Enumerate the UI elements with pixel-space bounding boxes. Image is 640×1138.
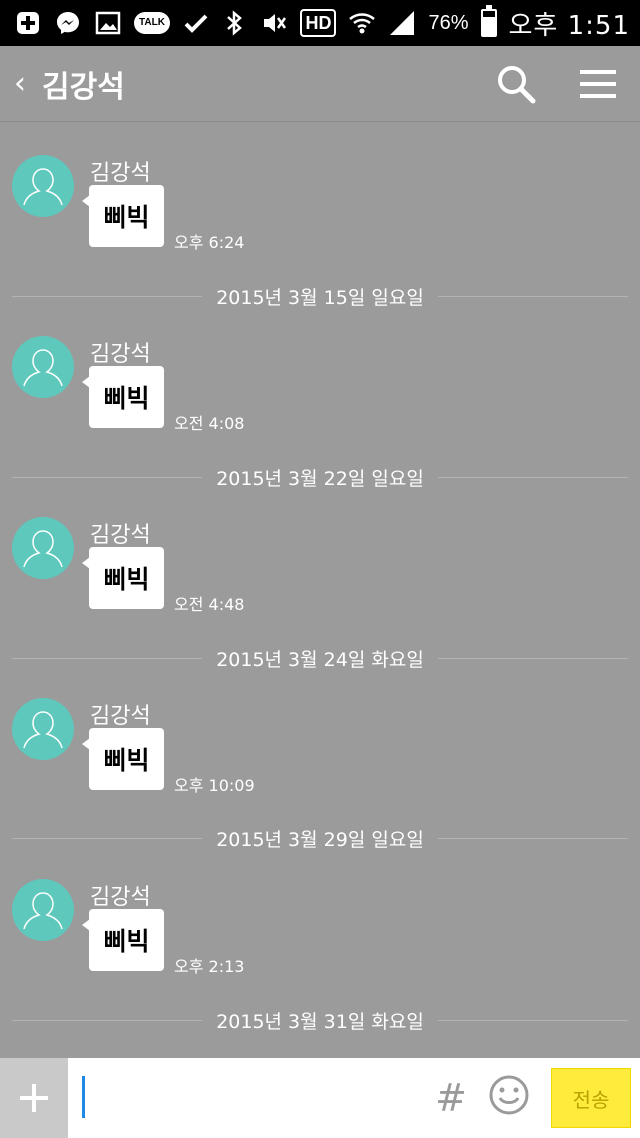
messenger-icon (54, 9, 82, 37)
send-button[interactable]: 전송 (551, 1068, 631, 1128)
sender-name: 김강석 (90, 704, 151, 729)
default-profile-icon (23, 168, 63, 206)
message-item: 김강석 삐빅 오후 6:24 (0, 155, 640, 255)
date-separator: 2015년 3월 29일 일요일 (12, 823, 628, 853)
message-bubble[interactable]: 삐빅 (82, 728, 164, 790)
avatar[interactable] (12, 155, 74, 217)
message-time: 오전 4:48 (174, 595, 245, 614)
message-time: 오후 2:13 (174, 957, 245, 976)
search-button[interactable] (488, 56, 544, 112)
avatar[interactable] (12, 698, 74, 760)
battery-percent: 76% (428, 11, 469, 34)
wifi-icon (348, 9, 376, 37)
message-item: 김강석 삐빅 오후 10:09 (0, 698, 640, 798)
message-bubble[interactable]: 삐빅 (82, 547, 164, 609)
hd-voice-icon: HD (300, 9, 337, 37)
bluetooth-icon (220, 9, 248, 37)
message-bubble[interactable]: 삐빅 (82, 185, 164, 247)
date-separator: 2015년 3월 15일 일요일 (12, 281, 628, 311)
default-profile-icon (23, 892, 63, 930)
gallery-icon (94, 9, 122, 37)
date-label: 2015년 3월 29일 일요일 (216, 828, 424, 851)
message-list[interactable]: 김강석 삐빅 오후 6:24 2015년 3월 15일 일요일 김강석 삐빅 오… (0, 123, 640, 1058)
message-input[interactable] (68, 1058, 425, 1138)
mute-icon (260, 9, 288, 37)
hashtag-search-button[interactable]: # (425, 1076, 477, 1120)
message-item: 김강석 삐빅 오전 4:08 (0, 336, 640, 436)
plus-icon (20, 1084, 48, 1112)
clock: 오후 1:51 (508, 10, 630, 41)
emoticon-button[interactable] (487, 1073, 537, 1123)
message-item: 김강석 삐빅 오후 2:13 (0, 879, 640, 979)
sender-name: 김강석 (90, 523, 151, 548)
avatar[interactable] (12, 879, 74, 941)
date-label: 2015년 3월 15일 일요일 (216, 286, 424, 309)
message-item: 김강석 삐빅 오전 4:48 (0, 517, 640, 617)
message-bubble[interactable]: 삐빅 (82, 366, 164, 428)
date-label: 2015년 3월 22일 일요일 (216, 467, 424, 490)
status-left-icons: TALK (14, 9, 210, 37)
default-profile-icon (23, 530, 63, 568)
message-time: 오후 10:09 (174, 776, 255, 795)
input-bar: # 전송 (0, 1058, 640, 1138)
message-time: 오후 6:24 (174, 233, 245, 252)
sender-name: 김강석 (90, 342, 151, 367)
avatar[interactable] (12, 336, 74, 398)
status-bar: TALK HD 76% 오후 1:51 (0, 0, 640, 46)
sender-name: 김강석 (90, 161, 151, 186)
smiley-icon (489, 1075, 529, 1115)
date-separator: 2015년 3월 22일 일요일 (12, 462, 628, 492)
chat-title: 김강석 (42, 69, 125, 105)
menu-button[interactable] (570, 56, 626, 112)
message-time: 오전 4:08 (174, 414, 245, 433)
status-right-icons: HD 76% 오후 1:51 (220, 5, 630, 42)
search-icon (498, 65, 536, 103)
battery-level (482, 16, 495, 35)
avatar[interactable] (12, 517, 74, 579)
hamburger-menu-icon (580, 69, 616, 98)
chat-header: ‹ 김강석 (0, 46, 640, 122)
default-profile-icon (23, 711, 63, 749)
kakaotalk-icon: TALK (134, 12, 170, 34)
default-profile-icon (23, 349, 63, 387)
date-separator: 2015년 3월 31일 화요일 (12, 1005, 628, 1035)
back-button[interactable]: ‹ (14, 68, 40, 99)
text-cursor (82, 1076, 85, 1118)
add-notification-icon (14, 9, 42, 37)
sender-name: 김강석 (90, 885, 151, 910)
battery-icon (480, 5, 497, 37)
signal-icon (388, 9, 416, 37)
date-separator: 2015년 3월 24일 화요일 (12, 643, 628, 673)
message-bubble[interactable]: 삐빅 (82, 909, 164, 971)
check-icon (182, 9, 210, 37)
date-label: 2015년 3월 24일 화요일 (216, 648, 424, 671)
attach-button[interactable] (0, 1058, 68, 1138)
date-label: 2015년 3월 31일 화요일 (216, 1010, 424, 1033)
